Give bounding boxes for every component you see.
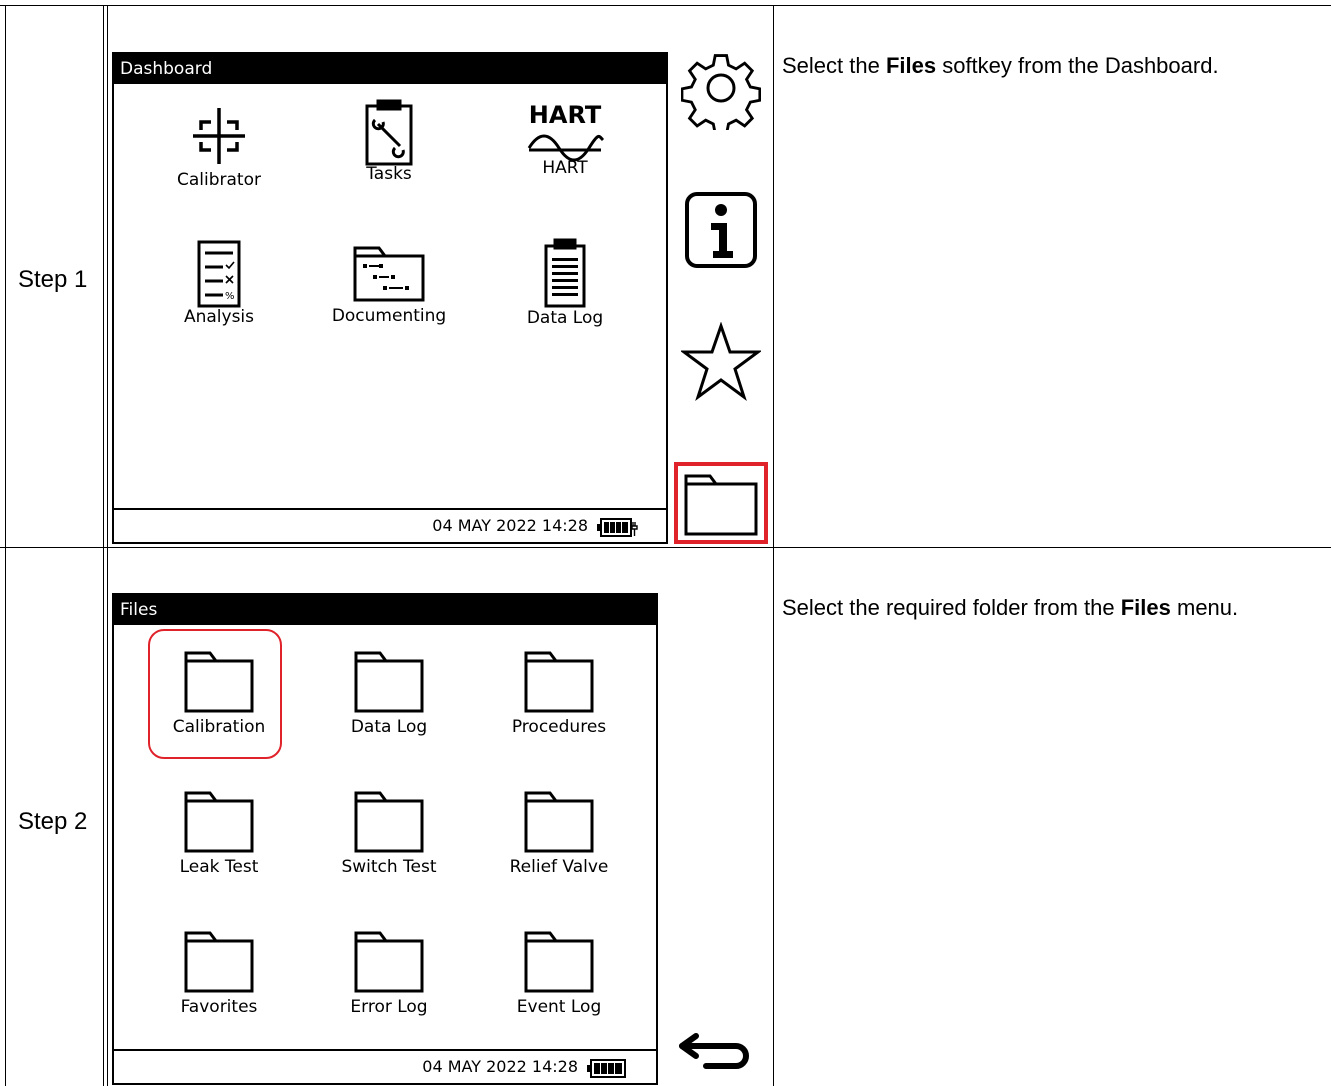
checklist-icon: %: [197, 240, 241, 308]
dashboard-item-analysis[interactable]: % Analysis: [144, 239, 294, 327]
table-border-top: [0, 5, 1331, 6]
folder-icon: [354, 931, 424, 993]
folder-favorites[interactable]: Favorites: [144, 925, 294, 1017]
desc-text: Select the: [782, 53, 886, 78]
dashboard-screen: Dashboard Calibrator Tasks HART HART % A…: [112, 52, 668, 544]
folder-label: Data Log: [350, 717, 428, 737]
folder-label: Favorites: [180, 997, 258, 1017]
wave-icon: [527, 134, 605, 162]
table-border-left: [5, 5, 6, 1086]
screen-title: Files: [114, 595, 656, 625]
folder-label: Relief Valve: [509, 857, 609, 877]
hart-logo: HART: [528, 101, 602, 129]
info-icon[interactable]: [683, 190, 759, 270]
desc-text: softkey from the Dashboard.: [936, 53, 1219, 78]
item-label: Analysis: [183, 307, 255, 327]
desc-bold-text: Files: [1120, 595, 1171, 620]
item-label: Data Log: [526, 308, 604, 328]
folder-calibration[interactable]: Calibration: [144, 645, 294, 737]
folder-icon: [184, 931, 254, 993]
folder-icon: [354, 651, 424, 713]
folder-icon: [354, 791, 424, 853]
step-label: Step 2: [18, 808, 88, 835]
folder-switch-test[interactable]: Switch Test: [314, 785, 464, 877]
folder-label: Event Log: [516, 997, 602, 1017]
dashboard-item-documenting[interactable]: Documenting: [314, 242, 464, 326]
battery-charging-icon: [597, 518, 638, 537]
folder-leak-test[interactable]: Leak Test: [144, 785, 294, 877]
item-label: HART: [542, 158, 588, 178]
folder-icon: [524, 931, 594, 993]
status-datetime: 04 MAY 2022 14:28: [432, 516, 588, 535]
desc-text: Select the required folder from the: [782, 595, 1121, 620]
column-divider: [103, 5, 104, 1086]
clipboard-wrench-icon: [365, 99, 413, 166]
column-divider: [773, 5, 774, 1086]
step-description: Select the required folder from the File…: [782, 594, 1302, 622]
folder-relief-valve[interactable]: Relief Valve: [484, 785, 634, 877]
screen-title: Dashboard: [114, 54, 666, 84]
item-label: Calibrator: [177, 170, 261, 190]
folder-label: Calibration: [172, 717, 266, 737]
folder-label: Switch Test: [341, 857, 437, 877]
column-divider-double: [107, 5, 108, 1086]
desc-bold-text: Files: [885, 53, 937, 78]
folder-process-icon: [353, 246, 425, 302]
clipboard-list-icon: [544, 238, 586, 308]
status-bar: 04 MAY 2022 14:28: [114, 508, 666, 542]
dashboard-item-calibrator[interactable]: Calibrator: [144, 104, 294, 190]
row-divider: [0, 547, 1331, 548]
folder-label: Error Log: [350, 997, 428, 1017]
dashboard-item-data-log[interactable]: Data Log: [490, 236, 640, 328]
folder-event-log[interactable]: Event Log: [484, 925, 634, 1017]
instruction-table: Step 1 Select the Files softkey from the…: [0, 0, 1331, 1086]
dashboard-item-tasks[interactable]: Tasks: [314, 98, 464, 184]
dashboard-item-hart[interactable]: HART HART: [490, 102, 640, 178]
folder-data-log[interactable]: Data Log: [314, 645, 464, 737]
item-label: Tasks: [366, 164, 412, 184]
status-bar: 04 MAY 2022 14:28: [114, 1049, 656, 1083]
folder-label: Leak Test: [179, 857, 259, 877]
crosshair-icon: [193, 108, 245, 164]
star-icon[interactable]: [681, 322, 761, 402]
status-datetime: 04 MAY 2022 14:28: [422, 1057, 578, 1076]
folder-icon: [184, 791, 254, 853]
folder-icon: [184, 651, 254, 713]
files-screen: Files Calibration Data Log Procedures Leak …: [112, 593, 658, 1085]
gear-icon[interactable]: [681, 50, 761, 130]
step-label: Step 1: [18, 266, 88, 293]
folder-error-log[interactable]: Error Log: [314, 925, 464, 1017]
folder-label: Procedures: [511, 717, 607, 737]
desc-text: menu.: [1170, 595, 1239, 620]
item-label: Documenting: [331, 306, 447, 326]
back-arrow-icon[interactable]: [676, 1030, 756, 1078]
step-description: Select the Files softkey from the Dashbo…: [782, 52, 1327, 80]
battery-icon: [587, 1059, 626, 1078]
folder-icon[interactable]: [682, 468, 760, 538]
folder-icon: [524, 651, 594, 713]
svg-text:%: %: [225, 291, 235, 302]
folder-procedures[interactable]: Procedures: [484, 645, 634, 737]
folder-icon: [524, 791, 594, 853]
